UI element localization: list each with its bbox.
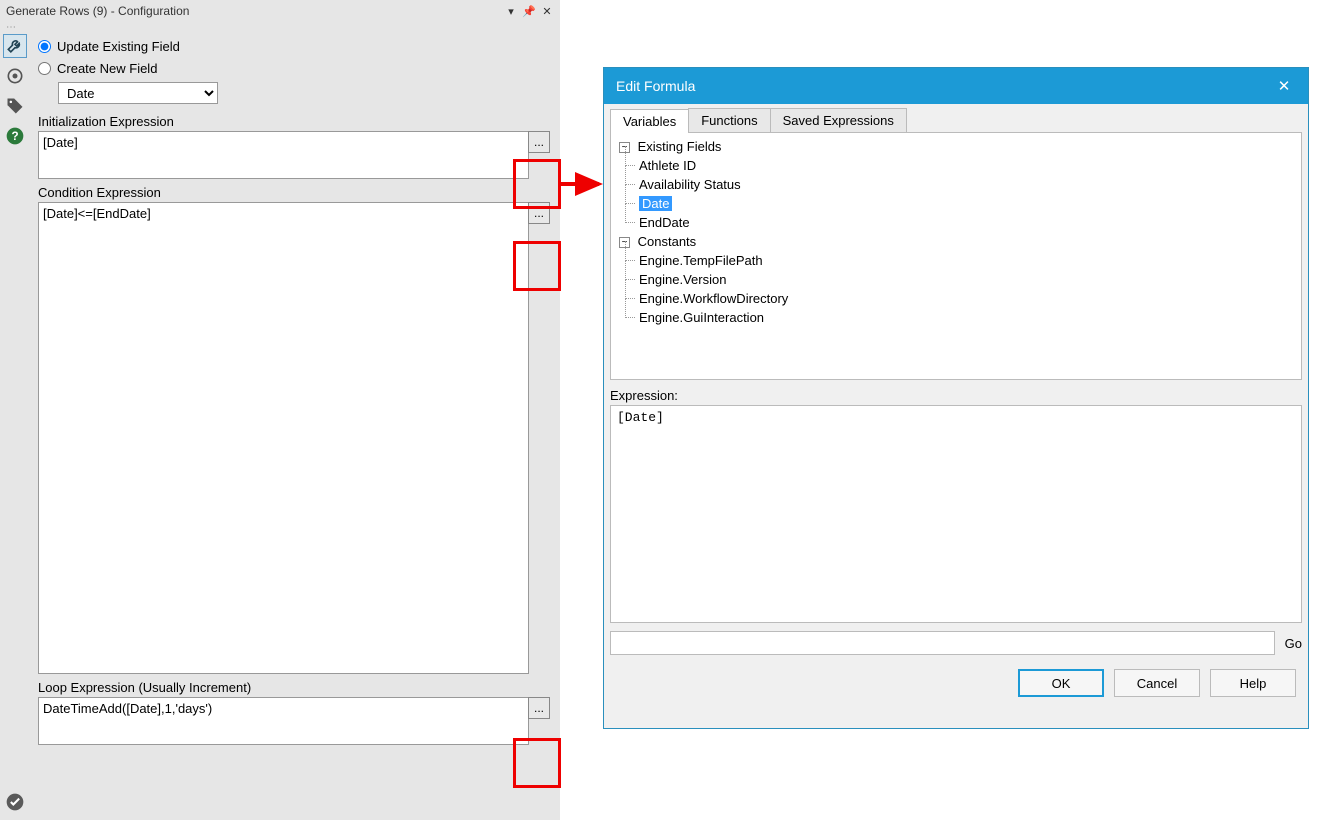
- radio-update-existing[interactable]: [38, 40, 51, 53]
- cancel-button[interactable]: Cancel: [1114, 669, 1200, 697]
- dialog-title-text: Edit Formula: [616, 78, 1272, 94]
- config-title-text: Generate Rows (9) - Configuration: [6, 4, 502, 18]
- tag-icon[interactable]: [3, 94, 27, 118]
- wrench-icon[interactable]: [3, 34, 27, 58]
- radio-create-new[interactable]: [38, 62, 51, 75]
- tree-constant-version[interactable]: Engine.Version: [639, 272, 726, 287]
- help-icon[interactable]: ?: [3, 124, 27, 148]
- ok-button[interactable]: OK: [1018, 669, 1104, 697]
- loop-expression-builder-button[interactable]: ...: [528, 697, 550, 719]
- variables-tree[interactable]: − Existing Fields Athlete ID Availabilit…: [610, 132, 1302, 380]
- tab-variables[interactable]: Variables: [610, 109, 689, 133]
- config-title-bar: Generate Rows (9) - Configuration ▾ 📌 ✕: [0, 0, 560, 22]
- highlight-init-ellipsis: [513, 159, 561, 209]
- config-panel: Generate Rows (9) - Configuration ▾ 📌 ✕ …: [0, 0, 560, 820]
- highlight-loop-ellipsis: [513, 738, 561, 788]
- tab-saved-expressions[interactable]: Saved Expressions: [770, 108, 907, 132]
- cond-expression-label: Condition Expression: [38, 185, 550, 200]
- cond-expression-input[interactable]: [Date]<=[EndDate]: [38, 202, 529, 674]
- tree-constants[interactable]: Constants: [638, 234, 697, 249]
- go-input[interactable]: [610, 631, 1275, 655]
- tree-field-date[interactable]: Date: [639, 196, 672, 211]
- init-expression-builder-button[interactable]: ...: [528, 131, 550, 153]
- toolstrip: ?: [0, 32, 30, 820]
- close-icon[interactable]: ✕: [538, 2, 556, 20]
- dropdown-icon[interactable]: ▾: [502, 2, 520, 20]
- ok-status-icon: [3, 790, 27, 814]
- tree-field-availability-status[interactable]: Availability Status: [639, 177, 741, 192]
- tree-constant-workflowdirectory[interactable]: Engine.WorkflowDirectory: [639, 291, 788, 306]
- expression-label: Expression:: [610, 388, 1302, 403]
- expression-textarea[interactable]: [Date]: [610, 405, 1302, 623]
- help-button[interactable]: Help: [1210, 669, 1296, 697]
- tree-constant-guiinteraction[interactable]: Engine.GuiInteraction: [639, 310, 764, 325]
- tree-field-athlete-id[interactable]: Athlete ID: [639, 158, 696, 173]
- pin-icon[interactable]: 📌: [520, 2, 538, 20]
- tab-functions[interactable]: Functions: [688, 108, 770, 132]
- radio-create-label: Create New Field: [57, 61, 157, 76]
- svg-text:?: ?: [11, 130, 18, 143]
- radio-update-label: Update Existing Field: [57, 39, 180, 54]
- target-icon[interactable]: [3, 64, 27, 88]
- tree-field-enddate[interactable]: EndDate: [639, 215, 690, 230]
- init-expression-input[interactable]: [Date]: [38, 131, 529, 179]
- edit-formula-dialog: Edit Formula ✕ Variables Functions Saved…: [603, 67, 1309, 729]
- tree-constant-tempfilepath[interactable]: Engine.TempFilePath: [639, 253, 763, 268]
- dialog-title-bar: Edit Formula ✕: [604, 68, 1308, 104]
- go-button[interactable]: Go: [1285, 636, 1302, 651]
- dialog-close-icon[interactable]: ✕: [1272, 77, 1296, 95]
- grip-icon: ⋯: [0, 22, 560, 32]
- dialog-tabs: Variables Functions Saved Expressions: [604, 104, 1308, 132]
- field-select[interactable]: Date: [58, 82, 218, 104]
- loop-expression-input[interactable]: DateTimeAdd([Date],1,'days'): [38, 697, 529, 745]
- tree-existing-fields[interactable]: Existing Fields: [638, 139, 722, 154]
- highlight-cond-ellipsis: [513, 241, 561, 291]
- loop-expression-label: Loop Expression (Usually Increment): [38, 680, 550, 695]
- init-expression-label: Initialization Expression: [38, 114, 550, 129]
